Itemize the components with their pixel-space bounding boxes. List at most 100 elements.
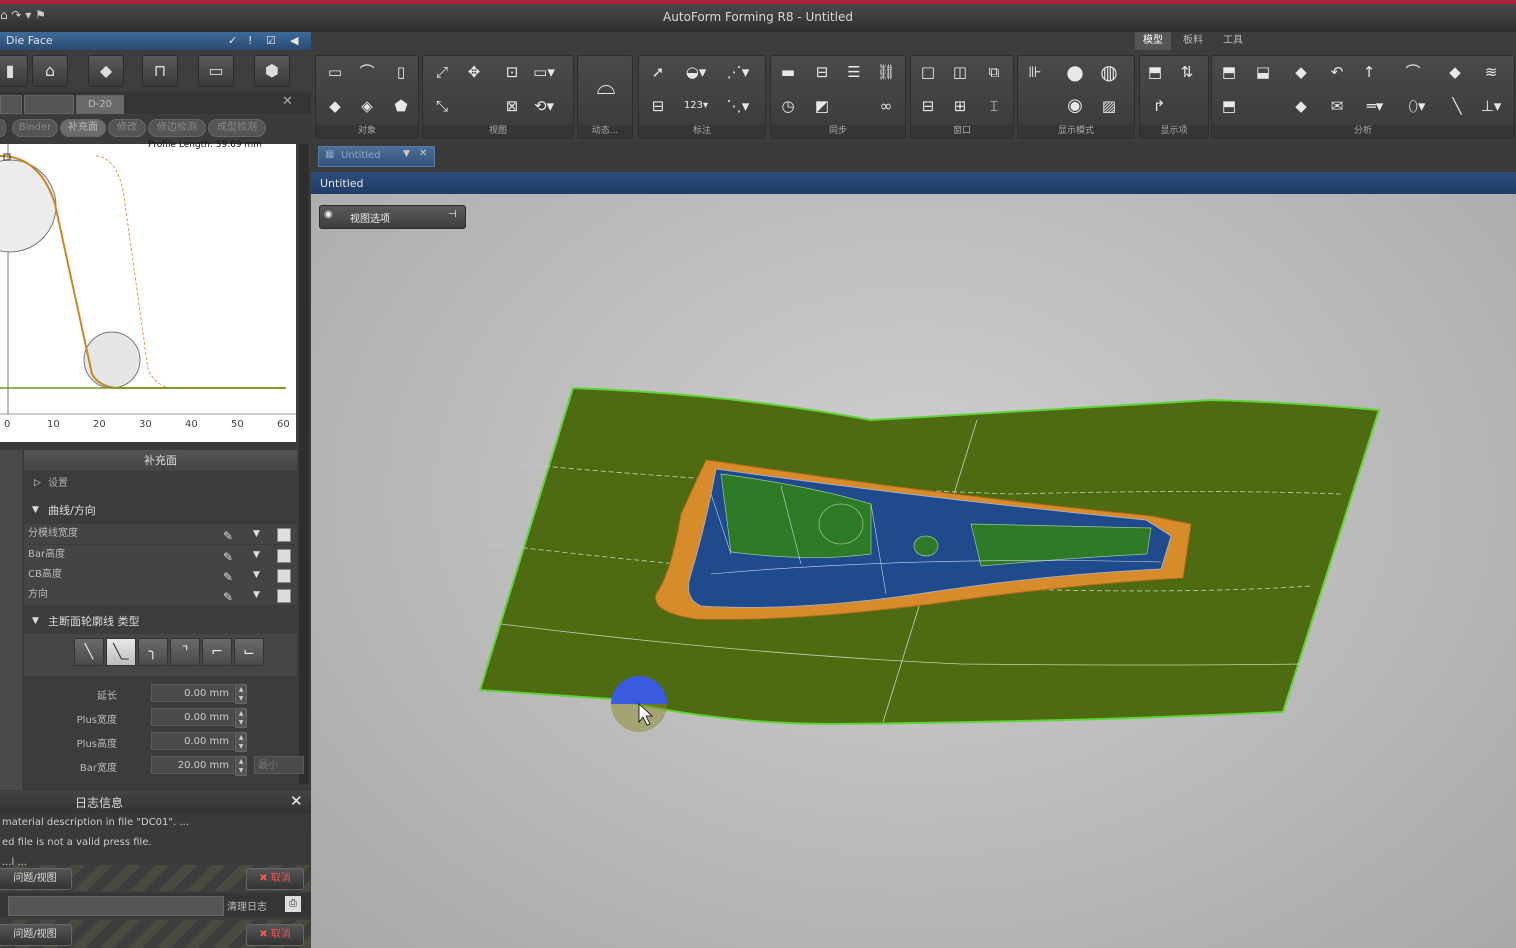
double-bar-profile-icon[interactable]: ⌙ — [234, 638, 264, 666]
analysis-icon[interactable]: ⬓ — [1250, 60, 1276, 84]
clock-icon[interactable]: ◷ — [775, 94, 801, 118]
press-icon[interactable]: ⊓ — [142, 55, 178, 87]
checkbox[interactable] — [277, 569, 291, 583]
view-icon[interactable]: ⤡ — [429, 94, 455, 118]
edit-pencil-icon[interactable]: ✎ — [223, 587, 241, 604]
object-icon[interactable]: ▯ — [388, 60, 414, 84]
object-icon[interactable]: ◆ — [322, 94, 348, 118]
pill-addendum[interactable]: 补充面 — [60, 119, 106, 137]
normals-icon[interactable]: ⇅ — [1174, 60, 1200, 84]
warning-icon[interactable]: ! — [248, 34, 252, 47]
object-icon[interactable]: ◈ — [354, 94, 380, 118]
curve-row[interactable]: 方向 ✎ ▼ — [24, 585, 297, 605]
point-icon[interactable]: ⋱▾ — [725, 94, 751, 118]
dropdown-icon[interactable]: ▼ — [403, 149, 410, 159]
problem-view-button[interactable]: 问题/视图 — [0, 924, 72, 946]
pin-icon[interactable]: ✓ — [228, 34, 237, 47]
line-profile-icon[interactable]: ╲ — [74, 638, 104, 666]
view-options-button[interactable]: ◉ 视图选项 ⊣ — [319, 205, 466, 229]
part-icon[interactable]: ⬢ — [254, 55, 290, 87]
edit-pencil-icon[interactable]: ✎ — [223, 547, 241, 564]
tab-blank[interactable]: 板料 — [1175, 32, 1211, 50]
stepper-icon[interactable]: ▲ ▼ — [235, 708, 247, 728]
log-filter-input[interactable] — [8, 896, 224, 916]
wire-sphere-icon[interactable]: ◍ — [1096, 60, 1122, 84]
addendum-icon[interactable]: ⌂ — [32, 55, 68, 87]
tab-model[interactable]: 模型 — [1135, 32, 1171, 50]
step-profile-icon[interactable]: ╲_ — [106, 638, 136, 666]
zoom-fit-icon[interactable]: ⊠ — [499, 94, 525, 118]
edit-pencil-icon[interactable]: ✎ — [223, 567, 241, 584]
curve-profile-icon[interactable]: ╮ — [138, 638, 168, 666]
tab-1[interactable] — [0, 95, 22, 114]
pill-left[interactable] — [0, 119, 6, 137]
close-icon[interactable]: ✕ — [419, 148, 427, 159]
quick-access-toolbar[interactable]: ⌂ ↷ ▾ ⚑ — [0, 8, 60, 26]
value-icon[interactable]: 123▾ — [683, 94, 709, 118]
panel-scrollbar[interactable] — [299, 144, 309, 784]
print-icon[interactable]: ⎙ — [285, 896, 301, 912]
pill-trim-check[interactable]: 修边检测 — [148, 119, 206, 137]
surface-icon[interactable]: ◩ — [809, 94, 835, 118]
cascade-icon[interactable]: ⧉ — [981, 60, 1007, 84]
dropdown-icon[interactable]: ▼ — [253, 524, 260, 544]
field-value[interactable]: 0.00 mm — [151, 708, 234, 726]
analysis-icon[interactable]: ↑ — [1356, 60, 1382, 84]
select-cursor-icon[interactable]: ➚ — [645, 60, 671, 84]
dropdown-icon[interactable]: ▼ — [253, 545, 260, 565]
list-sync-icon[interactable]: ☰ — [841, 60, 867, 84]
checkbox[interactable] — [277, 528, 291, 542]
unlink-icon[interactable]: ∞ — [873, 94, 899, 118]
stepper-icon[interactable]: ▲ ▼ — [235, 732, 247, 752]
dropdown-icon[interactable]: ▼ — [253, 585, 260, 605]
dropdown-icon[interactable]: ▼ — [253, 565, 260, 585]
single-window-icon[interactable]: □ — [915, 60, 941, 84]
label-sync-icon[interactable]: ⊟ — [809, 60, 835, 84]
quad-split-icon[interactable]: ⊞ — [947, 94, 973, 118]
flange-profile-icon[interactable]: ⌝ — [170, 638, 200, 666]
curve-row[interactable]: Bar高度 ✎ ▼ — [24, 545, 297, 565]
axes-icon[interactable]: ↱ — [1146, 94, 1172, 118]
curves-group[interactable]: ▼ 曲线/方向 — [24, 500, 297, 521]
analysis-icon[interactable]: ⬯▾ — [1404, 94, 1430, 118]
field-value[interactable]: 0.00 mm — [151, 732, 234, 750]
cancel-button[interactable]: ✖ 取消 — [246, 868, 304, 890]
sphere-icon[interactable]: ◉ — [1062, 94, 1088, 118]
horizontal-split-icon[interactable]: ⊟ — [915, 94, 941, 118]
split-window-icon[interactable]: ◫ — [947, 60, 973, 84]
monitor-icon[interactable]: ▭ — [198, 55, 234, 87]
object-icon[interactable]: ⌒ — [354, 60, 380, 84]
plus-height-field[interactable]: Plus高度 0.00 mm ▲ ▼ — [24, 731, 297, 753]
analysis-icon[interactable]: ≋ — [1478, 60, 1504, 84]
analysis-icon[interactable]: ⌒ — [1400, 60, 1426, 84]
part-display-icon[interactable]: ⬒ — [1142, 60, 1168, 84]
mail-icon[interactable]: ✉ — [1324, 94, 1350, 118]
analysis-icon[interactable]: ◆ — [1442, 60, 1468, 84]
view-orient-icon[interactable]: ⟲▾ — [531, 94, 557, 118]
transparent-icon[interactable]: ▨ — [1096, 94, 1122, 118]
profile-chart[interactable]: Profile Length: 59.69 mm 0 10 20 30 40 5… — [0, 140, 296, 442]
shaded-sphere-icon[interactable]: ● — [1062, 60, 1088, 84]
process-step-icon[interactable]: ▮ — [0, 55, 28, 87]
fit-view-icon[interactable]: ⤢ — [429, 60, 455, 84]
link-icon[interactable]: ⛓ — [873, 60, 899, 84]
sync-icon[interactable]: ▬ — [775, 60, 801, 84]
document-tab[interactable]: ▦ Untitled ▼ ✕ — [318, 146, 435, 167]
binder-icon[interactable]: ◆ — [88, 55, 124, 87]
3d-viewport[interactable] — [311, 194, 1516, 948]
pin-icon[interactable]: ⊣ — [448, 209, 457, 220]
tab-active[interactable]: D-20 — [76, 95, 124, 114]
close-tab-icon[interactable]: ✕ — [282, 94, 293, 109]
bar-width-field[interactable]: Bar宽度 20.00 mm ▲ ▼ 最小 — [24, 755, 304, 777]
stepper-icon[interactable]: ▲ ▼ — [235, 684, 247, 704]
bar-width-mode-select[interactable]: 最小 — [254, 756, 304, 774]
profile-type-group[interactable]: ▼ 主断面轮廓线 类型 — [24, 611, 297, 632]
measure-icon[interactable]: ◒▾ — [683, 60, 709, 84]
checkbox[interactable] — [277, 589, 291, 603]
edit-pencil-icon[interactable]: ✎ — [223, 526, 241, 543]
collapse-icon[interactable]: ◀ — [290, 34, 298, 47]
tile-icon[interactable]: ⌶ — [981, 94, 1007, 118]
extension-field[interactable]: 延长 0.00 mm ▲ ▼ — [24, 683, 297, 705]
field-value[interactable]: 0.00 mm — [151, 684, 234, 702]
plus-width-field[interactable]: Plus宽度 0.00 mm ▲ ▼ — [24, 707, 297, 729]
